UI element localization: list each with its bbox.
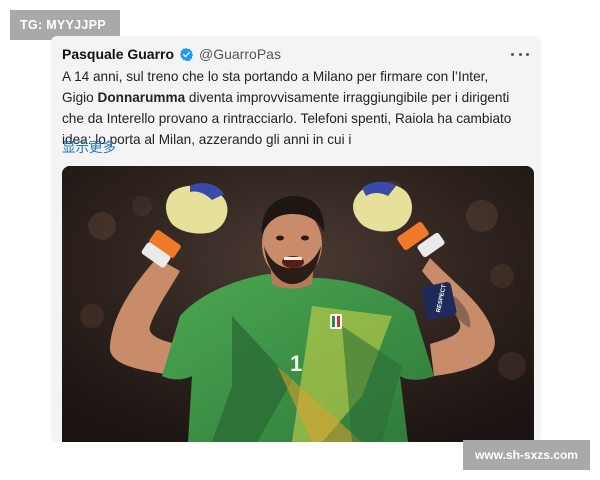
player-name-bold: Donnarumma — [97, 90, 186, 105]
tweet-line-2: Gigio Donnarumma diventa improvvisamente… — [62, 87, 534, 108]
tweet-photo[interactable]: 1 RESPECT — [62, 166, 534, 442]
tweet-card: Pasquale Guarro @GuarroPas A 14 anni, su… — [51, 36, 541, 442]
verified-badge-icon — [179, 47, 194, 62]
author-name[interactable]: Pasquale Guarro — [62, 46, 174, 62]
jersey-number: 1 — [290, 351, 302, 376]
tweet-line-4: idea: lo porta al Milan, azzerando gli a… — [62, 132, 352, 147]
watermark-bottom-right: www.sh-sxzs.com — [463, 440, 590, 470]
tweet-line-3: che da Interello provano a rintracciarlo… — [62, 111, 512, 126]
show-more-link[interactable]: 显示更多 — [62, 136, 116, 156]
tweet-line-1: A 14 anni, sul treno che lo sta portando… — [62, 69, 489, 84]
tweet-line-2-prefix: Gigio — [62, 90, 98, 105]
tweet-header: Pasquale Guarro @GuarroPas — [62, 44, 531, 64]
author-handle[interactable]: @GuarroPas — [199, 46, 281, 62]
jersey-crest — [330, 314, 342, 329]
tweet-line-2-rest: diventa improvvisamente irraggiungibile … — [188, 90, 510, 105]
tweet-body: A 14 anni, sul treno che lo sta portando… — [62, 66, 534, 150]
more-dots-icon[interactable] — [511, 44, 529, 64]
